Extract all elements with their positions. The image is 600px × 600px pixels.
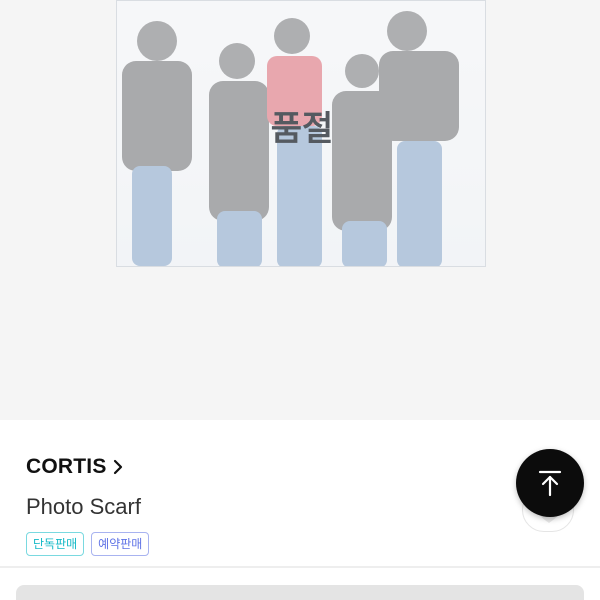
tag-preorder: 예약판매 bbox=[91, 532, 150, 556]
section-divider bbox=[0, 566, 600, 568]
product-photo[interactable]: 품절 bbox=[116, 0, 486, 267]
bottom-action-bar[interactable] bbox=[16, 585, 584, 600]
scroll-to-top-button[interactable] bbox=[516, 449, 584, 517]
product-tags: 단독판매 예약판매 bbox=[26, 532, 150, 556]
soldout-label: 품절 bbox=[270, 109, 334, 149]
arrow-up-to-top-icon bbox=[538, 470, 562, 497]
chevron-right-icon bbox=[113, 459, 122, 475]
product-title: Photo Scarf bbox=[26, 494, 141, 519]
brand-name: CORTIS bbox=[26, 455, 107, 478]
tag-exclusive-sale: 단독판매 bbox=[26, 532, 85, 556]
product-image-area: 품절 bbox=[0, 0, 600, 420]
brand-link[interactable]: CORTIS bbox=[26, 455, 125, 479]
